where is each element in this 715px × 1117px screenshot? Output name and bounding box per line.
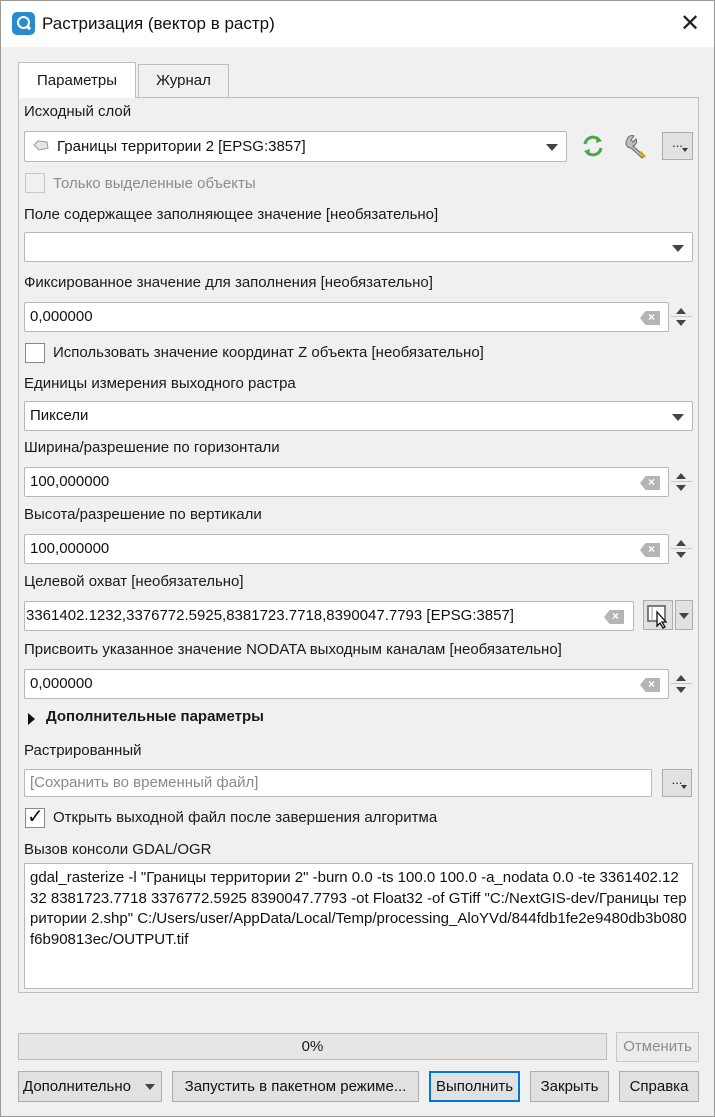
height-label: Высота/разрешение по вертикали <box>24 506 262 523</box>
expand-arrow-icon[interactable] <box>28 713 35 725</box>
chevron-down-icon <box>145 1084 155 1090</box>
output-browse-button[interactable]: ... <box>662 769 692 797</box>
polygon-layer-icon <box>33 140 49 151</box>
advanced-menu-label: Дополнительно <box>23 1078 131 1095</box>
extent-dropdown-button[interactable] <box>675 600 693 630</box>
title-bar: Растризация (вектор в растр) ✕ <box>1 1 714 47</box>
nodata-spinner[interactable] <box>671 669 692 699</box>
clear-icon[interactable]: × <box>640 542 660 557</box>
input-layer-label: Исходный слой <box>24 103 132 120</box>
app-logo-icon <box>12 12 35 35</box>
extent-label: Целевой охват [необязательно] <box>24 573 244 590</box>
input-layer-options-button[interactable]: ... <box>662 132 693 160</box>
open-output-label: Открыть выходной файл после завершения а… <box>53 809 438 826</box>
open-output-checkbox[interactable]: ✓ <box>25 806 45 828</box>
burn-value-label: Фиксированное значение для заполнения [н… <box>24 274 433 291</box>
progress-text: 0% <box>301 1038 324 1055</box>
console-label: Вызов консоли GDAL/OGR <box>24 841 212 858</box>
nodata-value: 0,000000 <box>30 675 93 692</box>
clear-icon[interactable]: × <box>640 677 660 692</box>
chevron-down-icon <box>679 613 689 619</box>
output-placeholder: [Сохранить во временный файл] <box>30 774 259 791</box>
units-combo[interactable]: Пиксели <box>24 401 693 431</box>
output-label: Растрированный <box>24 742 142 759</box>
clear-icon[interactable]: × <box>640 475 660 490</box>
width-value: 100,000000 <box>30 473 110 490</box>
height-spinner[interactable] <box>671 534 692 564</box>
height-value: 100,000000 <box>30 540 110 557</box>
run-button[interactable]: Выполнить <box>429 1071 520 1102</box>
width-input[interactable]: 100,000000 × <box>24 467 669 497</box>
burn-value-input[interactable]: 0,000000 × <box>24 302 669 332</box>
iterate-features-icon[interactable] <box>579 132 607 160</box>
clear-icon[interactable]: × <box>640 310 660 325</box>
burn-value-spinner[interactable] <box>671 302 692 332</box>
burn-field-label: Поле содержащее заполняющее значение [не… <box>24 206 439 223</box>
advanced-menu-button[interactable]: Дополнительно <box>18 1071 162 1102</box>
burn-field-combo[interactable] <box>24 232 693 262</box>
help-button[interactable]: Справка <box>619 1071 699 1102</box>
clear-icon[interactable]: × <box>604 609 624 624</box>
wrench-icon[interactable] <box>622 132 650 160</box>
selected-only-label: Только выделенные объекты <box>53 175 256 192</box>
nodata-label: Присвоить указанное значение NODATA выхо… <box>24 641 562 658</box>
nodata-input[interactable]: 0,000000 × <box>24 669 669 699</box>
close-icon[interactable]: ✕ <box>675 9 705 39</box>
units-label: Единицы измерения выходного растра <box>24 375 296 392</box>
tab-log[interactable]: Журнал <box>138 64 229 98</box>
input-layer-combo[interactable]: Границы территории 2 [EPSG:3857] <box>24 131 567 162</box>
burn-value-text: 0,000000 <box>30 308 93 325</box>
extent-input[interactable]: 3361402.1232,3376772.5925,8381723.7718,8… <box>24 601 634 631</box>
window-title: Растризация (вектор в растр) <box>42 14 275 33</box>
selected-only-checkbox[interactable] <box>25 173 45 193</box>
map-cursor-icon <box>647 605 668 629</box>
input-layer-value: Границы территории 2 [EPSG:3857] <box>57 138 306 155</box>
chevron-down-icon <box>546 144 558 151</box>
batch-run-button[interactable]: Запустить в пакетном режиме... <box>172 1071 419 1102</box>
extent-value: 3361402.1232,3376772.5925,8381723.7718,8… <box>26 607 514 624</box>
units-value: Пиксели <box>30 407 89 424</box>
tab-parameters[interactable]: Параметры <box>18 62 136 98</box>
extent-select-button[interactable] <box>643 600 673 630</box>
use-z-checkbox[interactable] <box>25 343 45 363</box>
cancel-button[interactable]: Отменить <box>616 1032 699 1062</box>
close-button[interactable]: Закрыть <box>530 1071 609 1102</box>
chevron-down-icon <box>672 245 684 252</box>
use-z-label: Использовать значение координат Z объект… <box>53 344 484 361</box>
dialog-window: Растризация (вектор в растр) ✕ Параметры… <box>0 0 715 1117</box>
chevron-down-icon <box>672 414 684 421</box>
advanced-parameters-toggle[interactable]: Дополнительные параметры <box>46 708 264 725</box>
progress-bar: 0% <box>18 1033 607 1060</box>
width-spinner[interactable] <box>671 467 692 497</box>
output-file-input[interactable]: [Сохранить во временный файл] <box>24 769 652 797</box>
height-input[interactable]: 100,000000 × <box>24 534 669 564</box>
width-label: Ширина/разрешение по горизонтали <box>24 439 280 456</box>
console-command-text[interactable]: gdal_rasterize -l "Границы территории 2"… <box>24 863 693 989</box>
